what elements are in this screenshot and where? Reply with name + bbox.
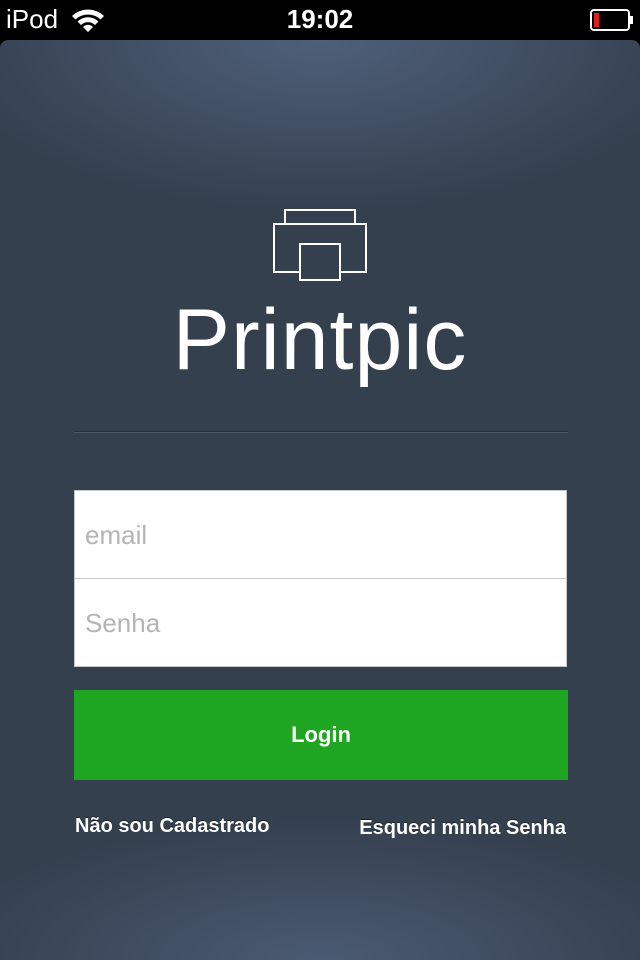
status-bar: iPod 19:02 [0,0,640,40]
divider [74,431,568,433]
printer-icon [273,209,367,281]
battery-low-icon [590,9,633,31]
email-field[interactable] [75,491,566,579]
forgot-password-link[interactable]: Esqueci minha Senha [359,814,566,842]
signup-link[interactable]: Não sou Cadastrado [75,812,269,840]
app-title: Printpic [172,292,468,388]
login-form [74,490,567,667]
login-screen: Printpic Login Não sou Cadastrado Esquec… [0,40,640,960]
status-time: 19:02 [286,4,354,34]
login-button[interactable]: Login [74,690,568,780]
password-field[interactable] [75,579,566,667]
